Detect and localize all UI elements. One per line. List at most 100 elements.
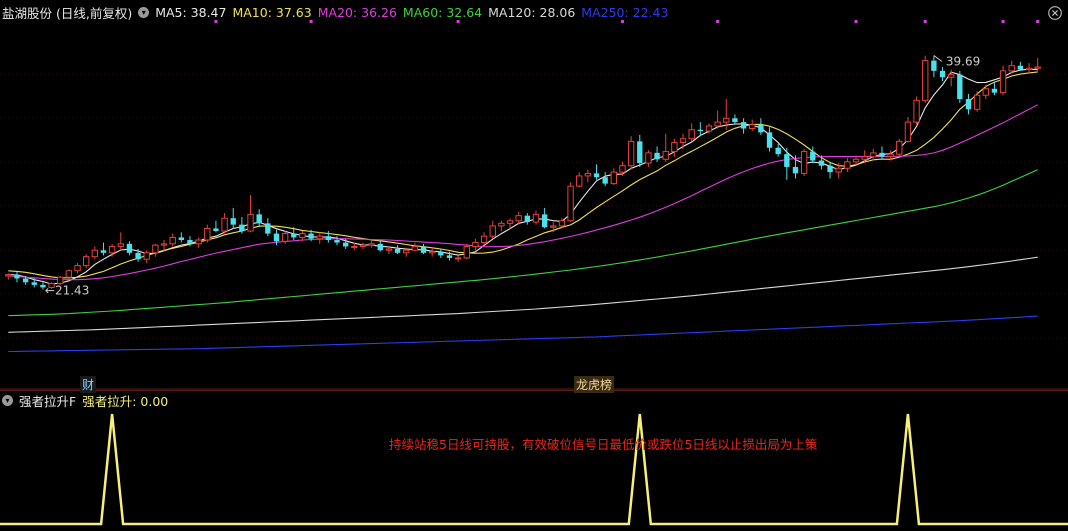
candle [766, 127, 773, 152]
max-price-label: 39.69 [946, 54, 980, 68]
candle-body [896, 140, 903, 155]
signal-dot [923, 20, 927, 23]
candle-body [999, 70, 1007, 94]
candle-body [679, 138, 687, 144]
candle-body [766, 132, 773, 148]
candle [800, 149, 808, 176]
candle [749, 119, 756, 132]
candle-body [879, 152, 885, 157]
candle-body [152, 244, 159, 254]
candle-body [230, 218, 236, 225]
candle-body [187, 240, 193, 244]
candle-body [775, 147, 781, 155]
candle [438, 248, 444, 258]
event-marker-dragon-tiger[interactable]: 龙虎榜 [574, 376, 615, 393]
indicator-chart [0, 390, 1068, 526]
candle-body [627, 140, 635, 167]
candle-body [403, 249, 410, 254]
candle [965, 93, 972, 115]
candle-body [334, 240, 340, 243]
candle [688, 123, 695, 142]
candle-body [619, 165, 626, 173]
candle-body [368, 243, 375, 246]
candle-body [991, 88, 998, 93]
candle-body [827, 165, 833, 173]
settings-icon[interactable]: ▾ [138, 6, 150, 18]
ma20-label: MA20: 36.26 [317, 4, 397, 20]
candle-body [688, 129, 695, 140]
candle [256, 209, 262, 228]
candle-body [446, 255, 453, 258]
candle-body [14, 274, 20, 279]
candle-body [524, 215, 531, 223]
candle-body [558, 220, 566, 227]
candle [732, 114, 738, 125]
candle-body [22, 278, 29, 283]
ma120-label: MA120: 28.06 [488, 4, 576, 20]
signal-dot [716, 20, 720, 23]
candle-body [870, 152, 877, 158]
candle [567, 182, 574, 223]
ma250-label: MA250: 22.43 [581, 4, 669, 20]
candle-body [957, 74, 963, 100]
candle-body [740, 122, 747, 129]
candle-body [792, 166, 799, 174]
candle [947, 69, 955, 87]
candle [143, 250, 150, 264]
candle [645, 150, 652, 167]
candle-body [489, 225, 496, 237]
stock-title[interactable]: 盐湖股份 (日线,前复权) [2, 3, 132, 22]
candle-body [108, 245, 116, 254]
candle-body [844, 161, 851, 169]
candle-body [913, 99, 920, 123]
candle [1025, 63, 1033, 74]
candle [117, 232, 124, 249]
candle [74, 263, 81, 274]
indicator-name[interactable]: 强者拉升F [19, 391, 76, 410]
candle-body [576, 175, 583, 187]
indicator-value: 强者拉升: 0.00 [82, 393, 169, 409]
candle [758, 118, 764, 135]
candle [108, 243, 116, 257]
candle [627, 136, 635, 170]
candle [82, 254, 90, 269]
ma5-label: MA5: 38.47 [155, 4, 227, 20]
candle [394, 245, 401, 255]
candle [359, 242, 367, 249]
candle-body [117, 243, 124, 247]
candle-body [411, 245, 419, 251]
candle-body [939, 70, 946, 78]
candle-body [31, 282, 37, 285]
candle-body [160, 243, 168, 246]
candle [870, 149, 877, 161]
ma-line-ma5 [8, 68, 1038, 285]
candle [827, 161, 833, 179]
candle [610, 168, 618, 185]
candle-body [1008, 65, 1015, 72]
ma-line-ma20 [8, 104, 1038, 281]
candle-body [714, 121, 721, 127]
candle-body [800, 151, 808, 174]
candle [671, 138, 678, 157]
indicator-settings-icon[interactable]: ▾ [2, 394, 13, 406]
candle-body [550, 225, 557, 228]
candle-body [82, 256, 90, 267]
candle-body [852, 158, 860, 163]
candle-body [65, 270, 73, 278]
candle [775, 143, 781, 157]
candle [679, 133, 687, 150]
candle-body [1017, 65, 1024, 70]
candle [152, 243, 159, 257]
candle-body [931, 60, 937, 71]
candle [480, 232, 488, 246]
candle-body [195, 239, 202, 245]
candle [420, 243, 427, 255]
close-icon[interactable] [1048, 6, 1062, 20]
candle-body [308, 233, 314, 239]
candle-body [299, 233, 306, 238]
candle-body [593, 173, 600, 178]
indicator-legend: ▾ 强者拉升F 强者拉升: 0.00 [2, 391, 174, 410]
candle-body [394, 248, 401, 253]
candle-body [610, 171, 618, 185]
candle-body [454, 257, 462, 260]
